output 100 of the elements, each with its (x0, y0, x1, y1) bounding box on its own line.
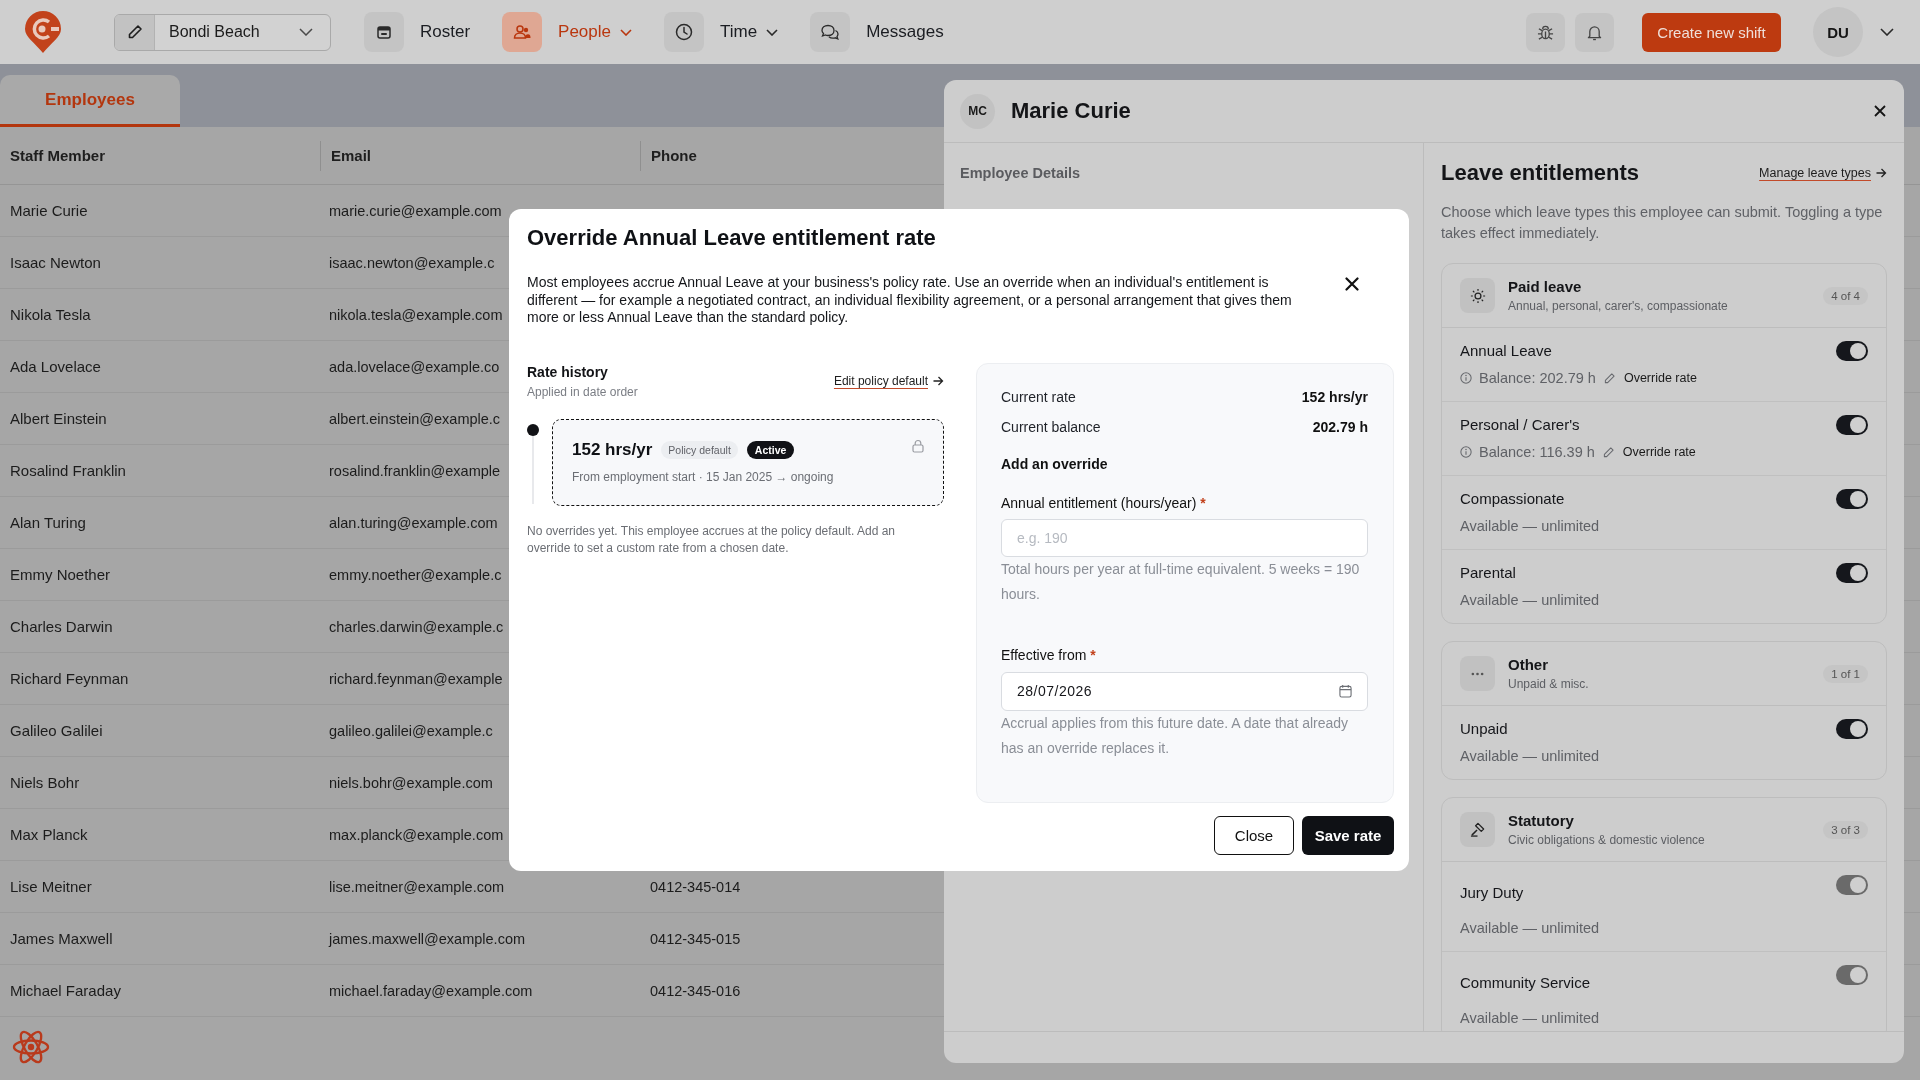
availability-text: Available — unlimited (1460, 517, 1600, 536)
leave-type-name: Compassionate (1460, 489, 1565, 509)
calendar-icon (364, 12, 404, 52)
override-rate-button[interactable]: Override rate (1603, 371, 1697, 385)
summary-label: Current rate (1001, 387, 1076, 407)
summary-value: 152 hrs/yr (1301, 387, 1368, 407)
leave-type-name: Unpaid (1460, 719, 1508, 739)
table-cell: Albert Einstein (10, 410, 107, 427)
toggle-switch[interactable] (1836, 415, 1868, 435)
clock-icon (664, 12, 704, 52)
toggle-switch[interactable] (1836, 489, 1868, 509)
table-cell: Max Planck (10, 826, 88, 843)
create-shift-button[interactable]: Create new shift (1642, 12, 1781, 52)
table-cell: Alan Turing (10, 514, 86, 531)
chat-icon (810, 12, 851, 52)
table-cell: michael.faraday@example.com (329, 982, 533, 999)
nav-item[interactable]: Roster (364, 12, 471, 52)
bell-icon (1587, 23, 1602, 41)
table-cell: lise.meitner@example.com (329, 878, 505, 895)
timeline-dot (527, 423, 539, 436)
edit-policy-default-link[interactable]: Edit policy default (833, 374, 944, 388)
availability-text: Available — unlimited (1460, 919, 1600, 938)
user-avatar[interactable]: DU (1813, 7, 1863, 57)
close-button[interactable]: Close (1214, 816, 1294, 855)
table-cell: Michael Faraday (10, 982, 121, 999)
table-cell: nikola.tesla@example.com (329, 306, 503, 323)
nav-item[interactable]: People (502, 12, 632, 52)
group-subtitle: Annual, personal, carer's, compassionate (1508, 298, 1728, 314)
calendar-icon[interactable] (1339, 684, 1352, 698)
section-subtitle: Applied in date order (527, 383, 638, 400)
section-title: Rate history (527, 362, 608, 381)
table-cell: Rosalind Franklin (10, 462, 126, 479)
field-label: Effective from (1001, 645, 1087, 664)
nav-item[interactable]: Time (664, 12, 779, 52)
leave-type-name: Personal / Carer's (1460, 415, 1580, 435)
table-cell: Ada Lovelace (10, 358, 101, 375)
table-cell: niels.bohr@example.com (329, 774, 493, 791)
column-header: Email (320, 140, 640, 171)
field-label: Annual entitlement (hours/year) (1001, 493, 1197, 512)
group-subtitle: Civic obligations & domestic violence (1508, 832, 1705, 848)
pencil-icon (1602, 446, 1614, 458)
table-cell: max.planck@example.com (329, 826, 504, 843)
table-cell: Galileo Galilei (10, 722, 103, 739)
close-icon[interactable] (1874, 105, 1886, 117)
availability-text: Available — unlimited (1460, 747, 1600, 766)
table-cell: Isaac Newton (10, 254, 101, 271)
group-title: Statutory (1508, 811, 1575, 830)
table-cell: Lise Meitner (10, 878, 92, 895)
table-cell: Richard Feynman (10, 670, 129, 687)
toggle-switch[interactable] (1836, 563, 1868, 583)
required-mark: * (1200, 493, 1206, 512)
balance-text: Balance: 116.39 h (1479, 444, 1595, 460)
table-cell: marie.curie@example.com (329, 202, 502, 219)
leave-type-name: Annual Leave (1460, 341, 1552, 361)
leave-type-name: Community Service (1460, 973, 1591, 993)
help-note: No overrides yet. This employee accrues at the policy default. Add an override to set a custom rate from a chosen date. (527, 522, 896, 557)
field-help: Total hours per year at full-time equivalent. 5 weeks = 190 hours. (1001, 559, 1361, 604)
dialog-description: Most employees accrue Annual Leave at your business's policy rate. Use an override when an individual's entitlement is different — for example a negotiated contract, an individual flexibility agreement, or a personal arrangement that gives them more or less Annual Leave than the standard policy. (527, 274, 1293, 327)
save-rate-button[interactable]: Save rate (1302, 816, 1394, 855)
arrow-right-icon (933, 376, 944, 386)
chevron-down-icon (299, 28, 313, 36)
bug-report-button[interactable] (1526, 12, 1565, 52)
app-logo[interactable] (23, 10, 63, 54)
info-icon (1460, 372, 1472, 384)
leave-type-name: Parental (1460, 563, 1516, 583)
drawer-title: Marie Curie (1011, 98, 1131, 124)
table-cell: richard.feynman@example (329, 670, 503, 687)
date-input[interactable]: 28/07/2026 (1001, 671, 1368, 711)
toggle-switch[interactable] (1836, 719, 1868, 739)
table-cell: alan.turing@example.com (329, 514, 498, 531)
column-header: Staff Member (9, 145, 107, 166)
policy-tag: Policy default (661, 440, 738, 459)
table-cell: isaac.newton@example.c (329, 254, 495, 271)
count-badge: 3 of 3 (1823, 820, 1868, 839)
hours-input[interactable]: e.g. 190 (1001, 518, 1368, 557)
table-cell: Nikola Tesla (10, 306, 91, 323)
chevron-down-icon[interactable] (1880, 28, 1894, 36)
field-help: Accrual applies from this future date. A date that already has an override replaces it. (1001, 713, 1350, 758)
availability-text: Available — unlimited (1460, 1009, 1600, 1028)
info-icon (1460, 446, 1472, 458)
notifications-button[interactable] (1575, 12, 1614, 52)
toggle-switch[interactable] (1836, 341, 1868, 361)
table-cell: 0412-345-014 (650, 878, 741, 895)
nav-item[interactable]: Messages (810, 12, 944, 52)
location-selector[interactable]: Bondi Beach (114, 13, 331, 51)
close-icon[interactable] (1345, 277, 1359, 291)
table-cell: Marie Curie (10, 202, 88, 219)
more-dots-icon (1460, 656, 1495, 691)
summary-value: 202.79 h (1312, 417, 1368, 437)
table-cell: charles.darwin@example.c (329, 618, 504, 635)
count-badge: 4 of 4 (1823, 286, 1868, 305)
group-title: Paid leave (1508, 277, 1583, 296)
table-cell: Niels Bohr (10, 774, 80, 791)
table-cell: rosalind.franklin@example (329, 462, 501, 479)
summary-label: Current balance (1001, 417, 1101, 437)
table-cell: galileo.galilei@example.c (329, 722, 493, 739)
table-cell: 0412-345-015 (650, 930, 741, 947)
table-cell: emmy.noether@example.c (329, 566, 502, 583)
override-rate-button[interactable]: Override rate (1602, 445, 1696, 459)
table-cell: Charles Darwin (10, 618, 113, 635)
